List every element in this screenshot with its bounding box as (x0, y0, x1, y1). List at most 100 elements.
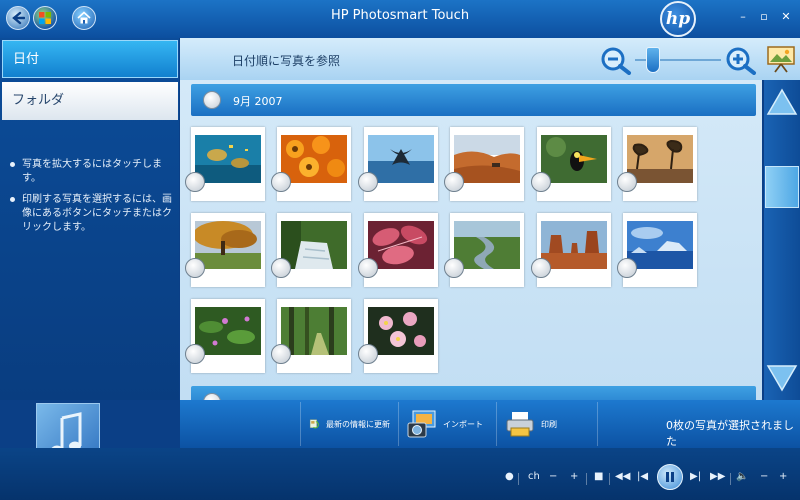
media-separator (609, 473, 610, 485)
photo-pink-leaves (368, 221, 434, 269)
channel-up-button[interactable]: + (570, 471, 578, 482)
photo-select-radio[interactable] (617, 258, 637, 278)
scroll-thumb[interactable] (765, 166, 799, 208)
photo-select-radio[interactable] (271, 344, 291, 364)
sidebar: 日付 フォルダ 写真を拡大するにはタッチします。 印刷する写真を選択するには、画… (0, 38, 179, 400)
print-button[interactable]: 印刷 (496, 402, 598, 446)
tip-zoom: 写真を拡大するにはタッチします。 (8, 158, 174, 186)
photo-thumbnail[interactable] (617, 213, 697, 287)
photo-toucan (541, 135, 607, 183)
photo-select-radio[interactable] (271, 172, 291, 192)
photo-select-radio[interactable] (271, 258, 291, 278)
sort-label: 日付順に写真を参照 (232, 54, 341, 68)
photo-thumbnail[interactable] (531, 127, 611, 201)
refresh-icon (309, 419, 319, 429)
volume-mute-button[interactable]: 🔈 (736, 471, 748, 482)
photo-thumbnail[interactable] (271, 299, 351, 373)
media-separator (730, 473, 731, 485)
photo-select-radio[interactable] (358, 172, 378, 192)
photo-thumbnail[interactable] (185, 213, 265, 287)
photo-green-plants (195, 307, 261, 355)
next-button[interactable]: ▶| (690, 471, 701, 482)
photo-select-radio[interactable] (358, 344, 378, 364)
previous-button[interactable]: |◀ (637, 471, 648, 482)
photo-pink-blossoms (368, 307, 434, 355)
gallery-scrollbar[interactable] (764, 80, 800, 400)
slideshow-button[interactable] (766, 45, 796, 73)
stop-button[interactable]: ■ (594, 471, 603, 482)
photo-select-radio[interactable] (531, 258, 551, 278)
photo-thumbnail[interactable] (444, 127, 524, 201)
tab-date[interactable]: 日付 (2, 40, 178, 78)
photo-thumbnail[interactable] (185, 299, 265, 373)
scroll-down-button[interactable] (766, 362, 798, 394)
photo-sea-turtles (195, 135, 261, 183)
zoom-slider-thumb[interactable] (645, 47, 660, 73)
group-select-radio[interactable] (203, 393, 221, 400)
next-date-group-header[interactable] (191, 386, 756, 400)
pause-button[interactable] (657, 464, 683, 490)
photo-icebergs (627, 221, 693, 269)
refresh-button[interactable]: 最新の情報に更新 (300, 402, 398, 446)
zoom-out-icon (601, 47, 631, 75)
tab-folder[interactable]: フォルダ (2, 82, 178, 120)
print-label: 印刷 (541, 419, 557, 429)
photo-thumbnail[interactable] (271, 213, 351, 287)
close-button[interactable]: ✕ (778, 9, 794, 25)
photo-thumbnail[interactable] (358, 299, 438, 373)
photo-thumbnail[interactable] (444, 213, 524, 287)
hp-logo: hp (660, 1, 696, 37)
photo-savanna-trees (627, 135, 693, 183)
minimize-button[interactable]: – (735, 9, 751, 25)
media-control-bar: ● ch − + ■ ◀◀ |◀ ▶| ▶▶ 🔈 − + (0, 448, 800, 500)
photo-desert-dunes (454, 135, 520, 183)
action-bar: 最新の情報に更新 インポート 印刷 0枚の写真が選択されました (180, 400, 800, 448)
photo-whale-tail (368, 135, 434, 183)
slideshow-icon (767, 46, 795, 73)
photo-orange-flowers (281, 135, 347, 183)
printer-icon (506, 412, 534, 437)
import-button[interactable]: インポート (398, 402, 496, 446)
help-tips: 写真を拡大するにはタッチします。 印刷する写真を選択するには、画像にあるボタンに… (8, 158, 174, 242)
photo-waterfall (281, 221, 347, 269)
photo-thumbnail[interactable] (358, 127, 438, 201)
photo-autumn-tree (195, 221, 261, 269)
photo-thumbnail[interactable] (271, 127, 351, 201)
photo-gallery: 9月 2007 (180, 80, 762, 400)
scroll-up-button[interactable] (766, 86, 798, 118)
record-dot-icon[interactable]: ● (505, 471, 514, 482)
zoom-out-button[interactable] (600, 47, 632, 79)
title-bar: HP Photosmart Touch hp – ▫ ✕ (0, 0, 800, 38)
media-separator (586, 473, 587, 485)
date-group-header[interactable]: 9月 2007 (191, 84, 756, 116)
photo-thumbnail[interactable] (531, 213, 611, 287)
fast-forward-button[interactable]: ▶▶ (710, 471, 725, 482)
volume-down-button[interactable]: − (760, 471, 768, 482)
zoom-in-icon (726, 47, 756, 75)
zoom-in-button[interactable] (725, 47, 757, 79)
maximize-button[interactable]: ▫ (756, 9, 772, 25)
photo-select-radio[interactable] (617, 172, 637, 192)
photo-select-radio[interactable] (185, 344, 205, 364)
channel-down-button[interactable]: − (549, 471, 557, 482)
tip-select-print: 印刷する写真を選択するには、画像にあるボタンにタッチまたはクリックします。 (8, 193, 174, 235)
photo-monument-valley (541, 221, 607, 269)
photo-select-radio[interactable] (531, 172, 551, 192)
group-select-radio[interactable] (203, 91, 221, 109)
arrow-up-icon (766, 88, 798, 115)
photo-thumbnail[interactable] (185, 127, 265, 201)
photo-select-radio[interactable] (185, 258, 205, 278)
photo-select-radio[interactable] (444, 258, 464, 278)
import-label: インポート (443, 419, 483, 429)
photo-select-radio[interactable] (185, 172, 205, 192)
media-separator (518, 473, 519, 485)
photo-thumbnail[interactable] (617, 127, 697, 201)
photo-select-radio[interactable] (444, 172, 464, 192)
photo-thumbnail[interactable] (358, 213, 438, 287)
refresh-label: 最新の情報に更新 (326, 419, 390, 429)
rewind-button[interactable]: ◀◀ (615, 471, 630, 482)
photo-select-radio[interactable] (358, 258, 378, 278)
channel-label: ch (528, 471, 540, 482)
header-strip: 日付順に写真を参照 (180, 38, 800, 80)
volume-up-button[interactable]: + (779, 471, 787, 482)
